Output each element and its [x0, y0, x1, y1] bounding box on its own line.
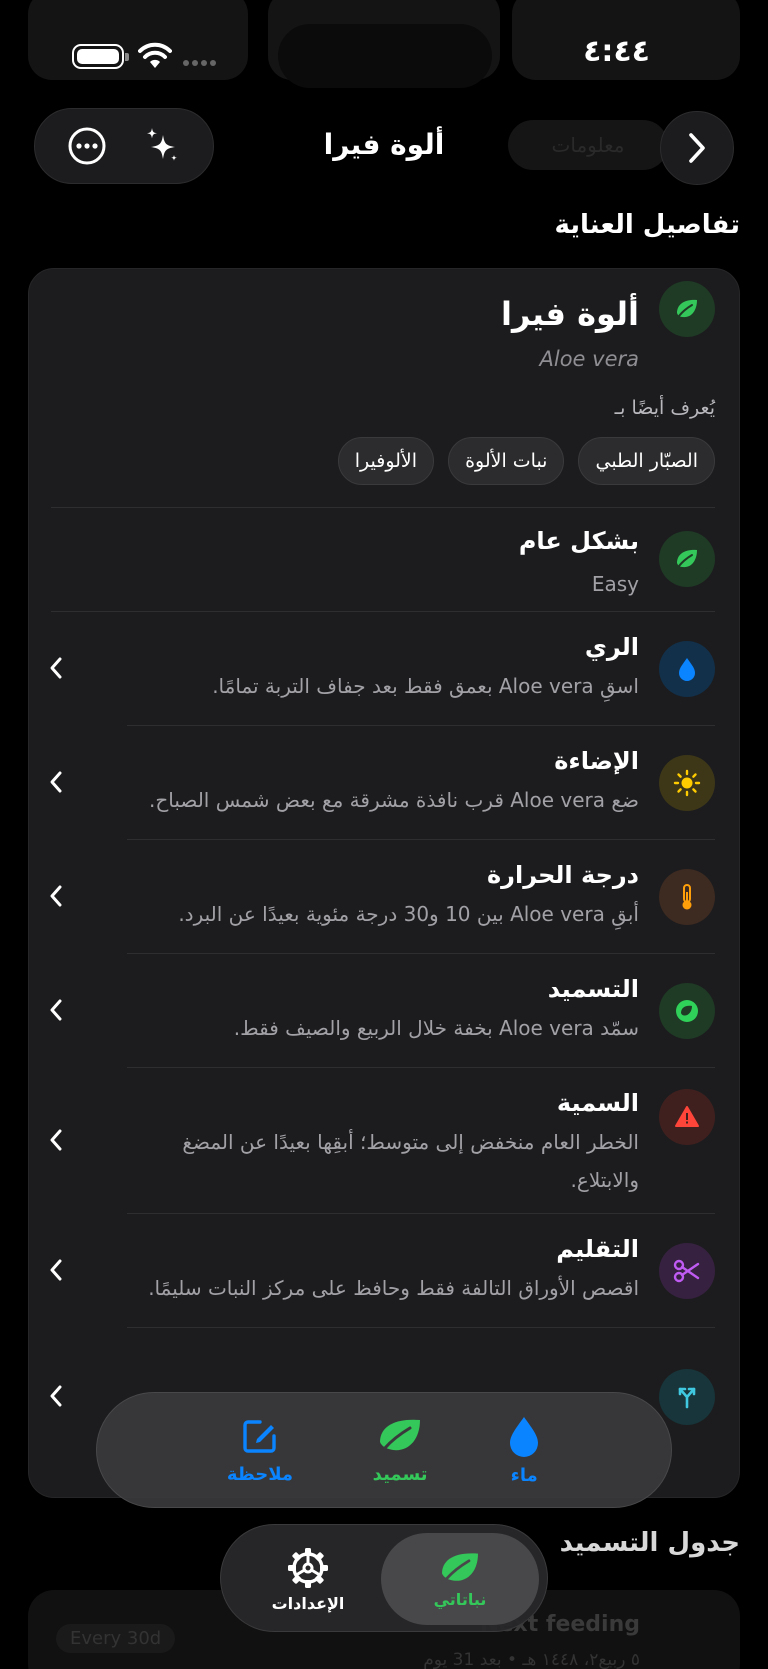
chevron-left-icon — [45, 1381, 67, 1411]
also-known-as-label: يُعرف أيضًا بـ — [614, 397, 715, 419]
thermometer-icon — [682, 884, 692, 910]
divider — [127, 1067, 715, 1068]
back-button[interactable] — [660, 111, 734, 185]
alias-chip: الألوفيرا — [337, 437, 435, 485]
battery-icon — [72, 44, 129, 69]
row-title: الري — [584, 633, 639, 661]
chevron-left-icon — [45, 1125, 67, 1155]
plant-name: ألوة فيرا — [501, 295, 639, 333]
care-row-light[interactable]: الإضاءة ضع Aloe vera قرب نافذة مشرقة مع … — [29, 725, 739, 839]
action-label: ماء — [510, 1464, 538, 1486]
gear-icon — [288, 1547, 328, 1588]
water-icon-circle — [659, 641, 715, 697]
branch-icon — [678, 1387, 696, 1409]
divider — [127, 839, 715, 840]
status-bar: ٤:٤٤ — [0, 0, 768, 110]
row-description: Easy — [591, 572, 639, 596]
plant-scientific-name: Aloe vera — [539, 347, 640, 371]
water-drop-icon — [679, 658, 695, 681]
divider — [127, 725, 715, 726]
care-row-pruning[interactable]: التقليم اقصص الأوراق التالفة فقط وحافظ ع… — [29, 1213, 739, 1327]
row-description: اسقِ Aloe vera بعمق فقط بعد جفاف التربة … — [212, 674, 639, 698]
divider — [51, 507, 715, 508]
chevron-left-icon — [45, 995, 67, 1025]
divider — [127, 1327, 715, 1328]
page-title: ألوة فيرا — [323, 128, 445, 161]
row-title: التقليم — [556, 1235, 639, 1263]
status-time: ٤:٤٤ — [583, 34, 650, 69]
row-title: السمية — [556, 1089, 639, 1117]
leaf-icon — [380, 1419, 421, 1450]
leaf-icon — [442, 1552, 478, 1581]
propagation-icon-circle — [659, 1369, 715, 1425]
care-row-toxicity[interactable]: السمية الخطر العام منخفض إلى متوسط؛ أبقِ… — [29, 1067, 739, 1213]
leaf-icon — [677, 299, 697, 318]
navigation-bar: معلومات ألوة فيرا — [0, 108, 768, 185]
overall-icon-circle — [659, 531, 715, 587]
care-row-fertilizing[interactable]: التسميد سمّد Aloe vera بخفة خلال الربيع … — [29, 953, 739, 1067]
row-description: أبقِ Aloe vera بين 10 و30 درجة مئوية بعي… — [178, 902, 639, 926]
row-title: التسميد — [547, 975, 639, 1003]
dynamic-island — [278, 24, 492, 88]
row-title: درجة الحرارة — [486, 861, 639, 889]
divider — [127, 1213, 715, 1214]
tab-settings[interactable]: الإعدادات — [229, 1533, 387, 1625]
care-row-watering[interactable]: الري اسقِ Aloe vera بعمق فقط بعد جفاف ال… — [29, 611, 739, 725]
chevron-left-icon — [45, 653, 67, 683]
square-pencil-icon — [243, 1419, 276, 1453]
tab-label: نباتاتي — [433, 1589, 487, 1609]
feeding-interval-badge: Every 30d — [56, 1624, 176, 1653]
light-icon-circle — [659, 755, 715, 811]
water-action-button[interactable]: ماء — [507, 1415, 541, 1486]
tab-my-plants[interactable]: نباتاتي — [381, 1533, 539, 1625]
row-description: الخطر العام منخفض إلى متوسط؛ أبقِها بعيد… — [182, 1130, 639, 1192]
signal-icon — [183, 60, 216, 66]
leaf-circle-icon — [676, 1000, 698, 1022]
row-description: سمّد Aloe vera بخفة خلال الربيع والصيف ف… — [233, 1016, 639, 1040]
note-action-button[interactable]: ملاحظة — [227, 1416, 293, 1485]
action-label: تسميد — [372, 1463, 428, 1485]
toxicity-icon-circle — [659, 1089, 715, 1145]
alias-chip: نبات الألوة — [448, 437, 565, 485]
plant-avatar — [659, 281, 715, 337]
plant-header: ألوة فيرا Aloe vera يُعرف أيضًا بـ الصبّ… — [29, 269, 739, 499]
alias-chips: الصبّار الطبي نبات الألوة الألوفيرا — [337, 437, 715, 485]
care-row-overall: بشكل عام Easy — [29, 507, 739, 611]
next-feeding-date: ٥ ربيع٢، ١٤٤٨ هـ • بعد 31 يوم — [423, 1650, 640, 1669]
care-details-heading: تفاصيل العناية — [554, 210, 741, 240]
scissors-icon — [673, 1259, 700, 1283]
alias-chip: الصبّار الطبي — [578, 437, 715, 485]
divider — [127, 953, 715, 954]
divider — [51, 611, 715, 612]
feeding-schedule-heading: جدول التسميد — [559, 1528, 740, 1558]
fertilize-icon-circle — [659, 983, 715, 1039]
wifi-icon — [138, 42, 172, 68]
tab-bar: نباتاتي الإعدادات — [220, 1524, 548, 1632]
care-row-temperature[interactable]: درجة الحرارة أبقِ Aloe vera بين 10 و30 د… — [29, 839, 739, 953]
row-description: ضع Aloe vera قرب نافذة مشرقة مع بعض شمس … — [148, 788, 639, 812]
row-title: بشكل عام — [518, 527, 639, 555]
tab-label: الإعدادات — [271, 1593, 345, 1613]
care-details-card: ألوة فيرا Aloe vera يُعرف أيضًا بـ الصبّ… — [28, 268, 740, 1498]
chevron-left-icon — [45, 1255, 67, 1285]
row-description: اقصص الأوراق التالفة فقط وحافظ على مركز … — [148, 1276, 639, 1300]
chevron-left-icon — [45, 881, 67, 911]
quick-action-bar: ماء تسميد ملاحظة — [96, 1392, 672, 1508]
action-label: ملاحظة — [226, 1463, 294, 1485]
chevron-right-icon — [689, 133, 705, 163]
row-title: الإضاءة — [554, 747, 639, 775]
leaf-icon — [677, 549, 697, 568]
temperature-icon-circle — [659, 869, 715, 925]
water-drop-icon — [510, 1416, 539, 1457]
pruning-icon-circle — [659, 1243, 715, 1299]
chevron-left-icon — [45, 767, 67, 797]
sun-icon — [673, 769, 701, 797]
fertilize-action-button[interactable]: تسميد — [373, 1416, 428, 1485]
warning-triangle-icon — [675, 1106, 699, 1127]
